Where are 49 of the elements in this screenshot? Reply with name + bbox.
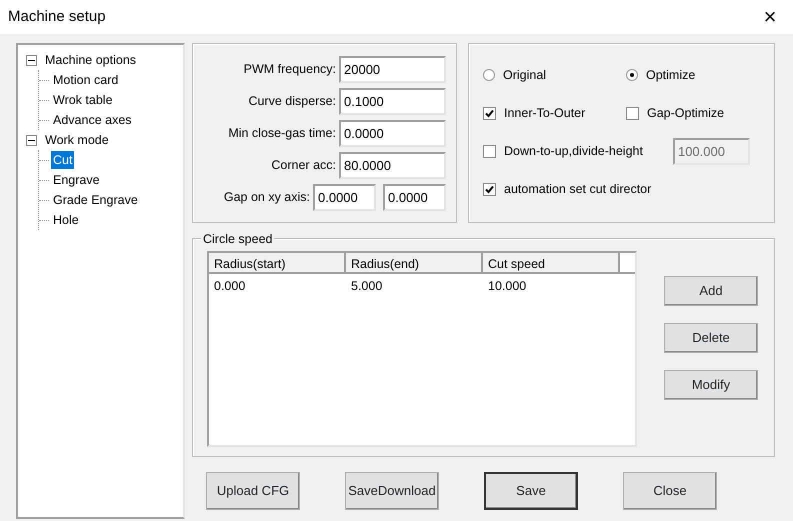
field-label: PWM frequency: <box>244 60 336 78</box>
column-header[interactable]: Radius(end) <box>346 253 483 272</box>
dialog-button[interactable]: Close <box>623 472 717 510</box>
checkbox[interactable] <box>483 182 496 196</box>
dialog-button[interactable]: Save <box>484 472 578 510</box>
field-label: Corner acc: <box>271 156 336 174</box>
tree-item[interactable]: Advance axes <box>51 110 134 130</box>
option-label: automation set cut director <box>504 180 652 198</box>
tree-item[interactable]: Hole <box>51 210 81 230</box>
checkbox[interactable] <box>483 144 496 158</box>
input-field[interactable]: 0.0000 <box>383 184 446 210</box>
input-field[interactable]: 80.0000 <box>339 152 446 178</box>
checkbox[interactable] <box>626 106 639 120</box>
field-label: Gap on xy axis: <box>224 188 310 206</box>
column-header[interactable]: Cut speed <box>483 253 620 272</box>
radio-button[interactable] <box>483 69 495 81</box>
table-cell-text: 0.000 <box>213 278 246 295</box>
column-header[interactable]: Radius(start) <box>209 253 346 272</box>
action-button[interactable]: Modify <box>664 370 758 400</box>
input-field[interactable]: 20000 <box>339 56 446 82</box>
checkbox[interactable] <box>483 106 496 120</box>
option-label: Gap-Optimize <box>647 104 724 122</box>
input-field[interactable]: 0.1000 <box>339 88 446 114</box>
field-label: Curve disperse: <box>248 92 336 110</box>
tree-item[interactable]: Grade Engrave <box>51 190 140 210</box>
tree-item[interactable]: Engrave <box>51 170 102 190</box>
window-title: Machine setup <box>8 6 106 27</box>
dialog-button[interactable]: Upload CFG <box>206 472 300 510</box>
tree-item[interactable]: Work mode <box>43 130 111 150</box>
tree-item[interactable]: Cut <box>51 150 74 170</box>
tree-item[interactable]: Motion card <box>51 70 120 90</box>
table-cell-text: 10.000 <box>487 278 528 295</box>
option-label: Inner-To-Outer <box>504 104 586 122</box>
input-field[interactable]: 0.0000 <box>313 184 376 210</box>
dialog-button[interactable]: SaveDownload <box>345 472 439 510</box>
collapse-toggle-icon[interactable] <box>26 54 37 66</box>
action-button[interactable]: Delete <box>664 323 758 353</box>
tree-item[interactable]: Wrok table <box>51 90 115 110</box>
tree-item[interactable]: Machine options <box>43 50 138 70</box>
action-button[interactable]: Add <box>664 276 758 306</box>
table-cell-text: 5.000 <box>350 278 384 295</box>
collapse-toggle-icon[interactable] <box>26 134 37 146</box>
close-button[interactable]: × <box>747 0 793 34</box>
radio-button[interactable] <box>626 69 638 81</box>
option-label: Down-to-up,divide-height <box>504 142 643 160</box>
option-label: Optimize <box>646 66 696 84</box>
option-label: Original <box>503 66 546 84</box>
input-field[interactable]: 0.0000 <box>339 120 446 146</box>
field-label: Min close-gas time: <box>228 124 336 142</box>
